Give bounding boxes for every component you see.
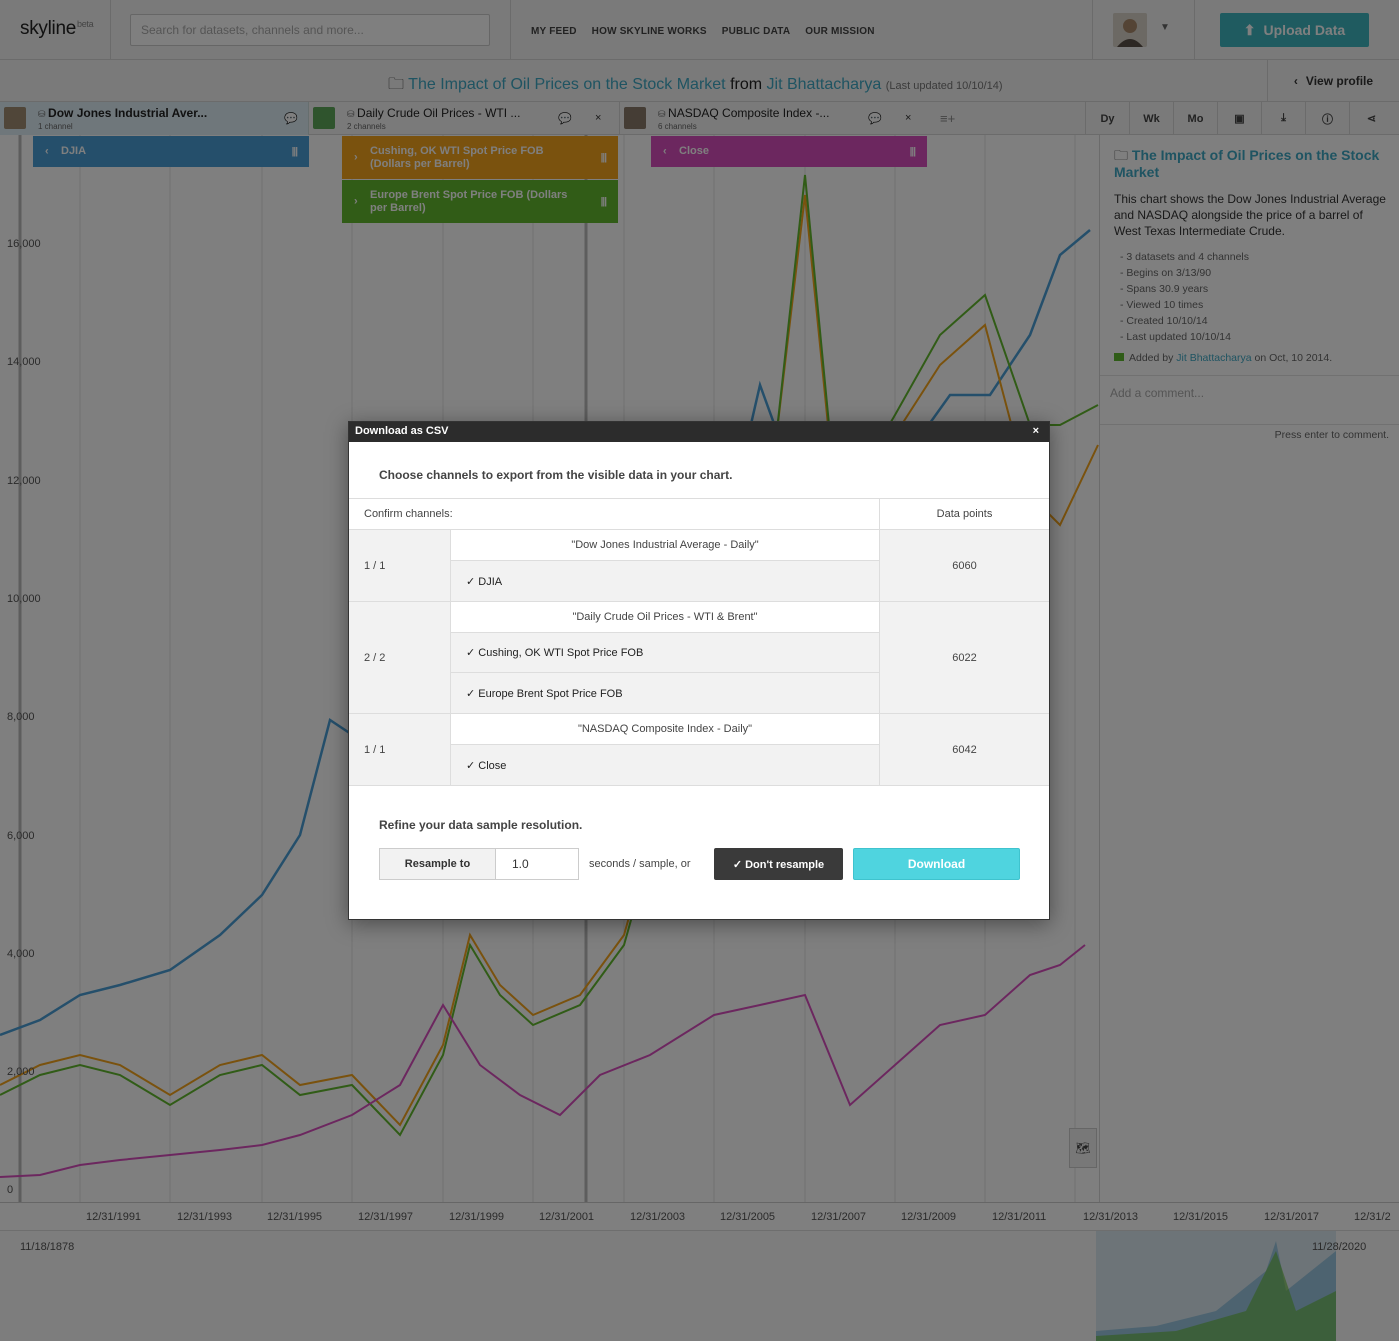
dialog-intro: Choose channels to export from the visib… bbox=[379, 468, 733, 482]
resample-unit: seconds / sample, or bbox=[589, 858, 691, 870]
dialog-title: Download as CSV bbox=[355, 425, 449, 437]
resample-input[interactable] bbox=[495, 848, 579, 880]
resample-button[interactable]: Resample to bbox=[379, 848, 496, 880]
dont-resample-button[interactable]: ✓ Don't resample bbox=[714, 848, 843, 880]
channel-checkbox-djia[interactable]: ✓ DJIA bbox=[451, 561, 879, 601]
close-icon[interactable]: × bbox=[1033, 425, 1039, 437]
table-row: 2 / 2 "Daily Crude Oil Prices - WTI & Br… bbox=[349, 602, 1049, 714]
download-button[interactable]: Download bbox=[853, 848, 1020, 880]
channel-checkbox-wti[interactable]: ✓ Cushing, OK WTI Spot Price FOB bbox=[451, 633, 879, 673]
channel-checkbox-close[interactable]: ✓ Close bbox=[451, 745, 879, 785]
table-row: 1 / 1 "NASDAQ Composite Index - Daily" ✓… bbox=[349, 714, 1049, 785]
refine-heading: Refine your data sample resolution. bbox=[379, 818, 583, 832]
table-row: 1 / 1 "Dow Jones Industrial Average - Da… bbox=[349, 530, 1049, 602]
table-header: Confirm channels: Data points bbox=[349, 499, 1049, 530]
channel-checkbox-brent[interactable]: ✓ Europe Brent Spot Price FOB bbox=[451, 673, 879, 713]
dialog-header: Download as CSV × bbox=[349, 422, 1049, 442]
download-csv-dialog: Download as CSV × Choose channels to exp… bbox=[348, 421, 1050, 920]
channels-table: Confirm channels: Data points 1 / 1 "Dow… bbox=[349, 498, 1049, 786]
